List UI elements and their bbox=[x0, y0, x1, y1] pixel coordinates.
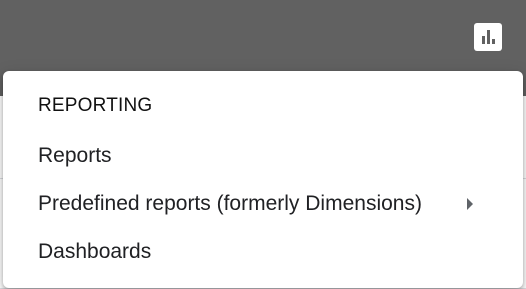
reporting-dropdown-menu: REPORTING Reports Predefined reports (fo… bbox=[3, 71, 523, 288]
reports-button[interactable] bbox=[474, 23, 502, 51]
bar-chart-icon-bar bbox=[487, 30, 490, 44]
menu-item-dashboards[interactable]: Dashboards bbox=[3, 230, 523, 274]
menu-item-reports[interactable]: Reports bbox=[3, 134, 523, 178]
menu-item-label: Dashboards bbox=[38, 240, 152, 263]
menu-item-predefined-reports[interactable]: Predefined reports (formerly Dimensions) bbox=[3, 182, 523, 226]
menu-heading: REPORTING bbox=[38, 95, 153, 116]
menu-item-label: Predefined reports (formerly Dimensions) bbox=[38, 192, 422, 215]
bar-chart-icon bbox=[482, 36, 485, 44]
bar-chart-icon-bar bbox=[492, 39, 495, 44]
menu-item-label: Reports bbox=[38, 144, 112, 167]
chevron-right-icon bbox=[467, 198, 473, 210]
